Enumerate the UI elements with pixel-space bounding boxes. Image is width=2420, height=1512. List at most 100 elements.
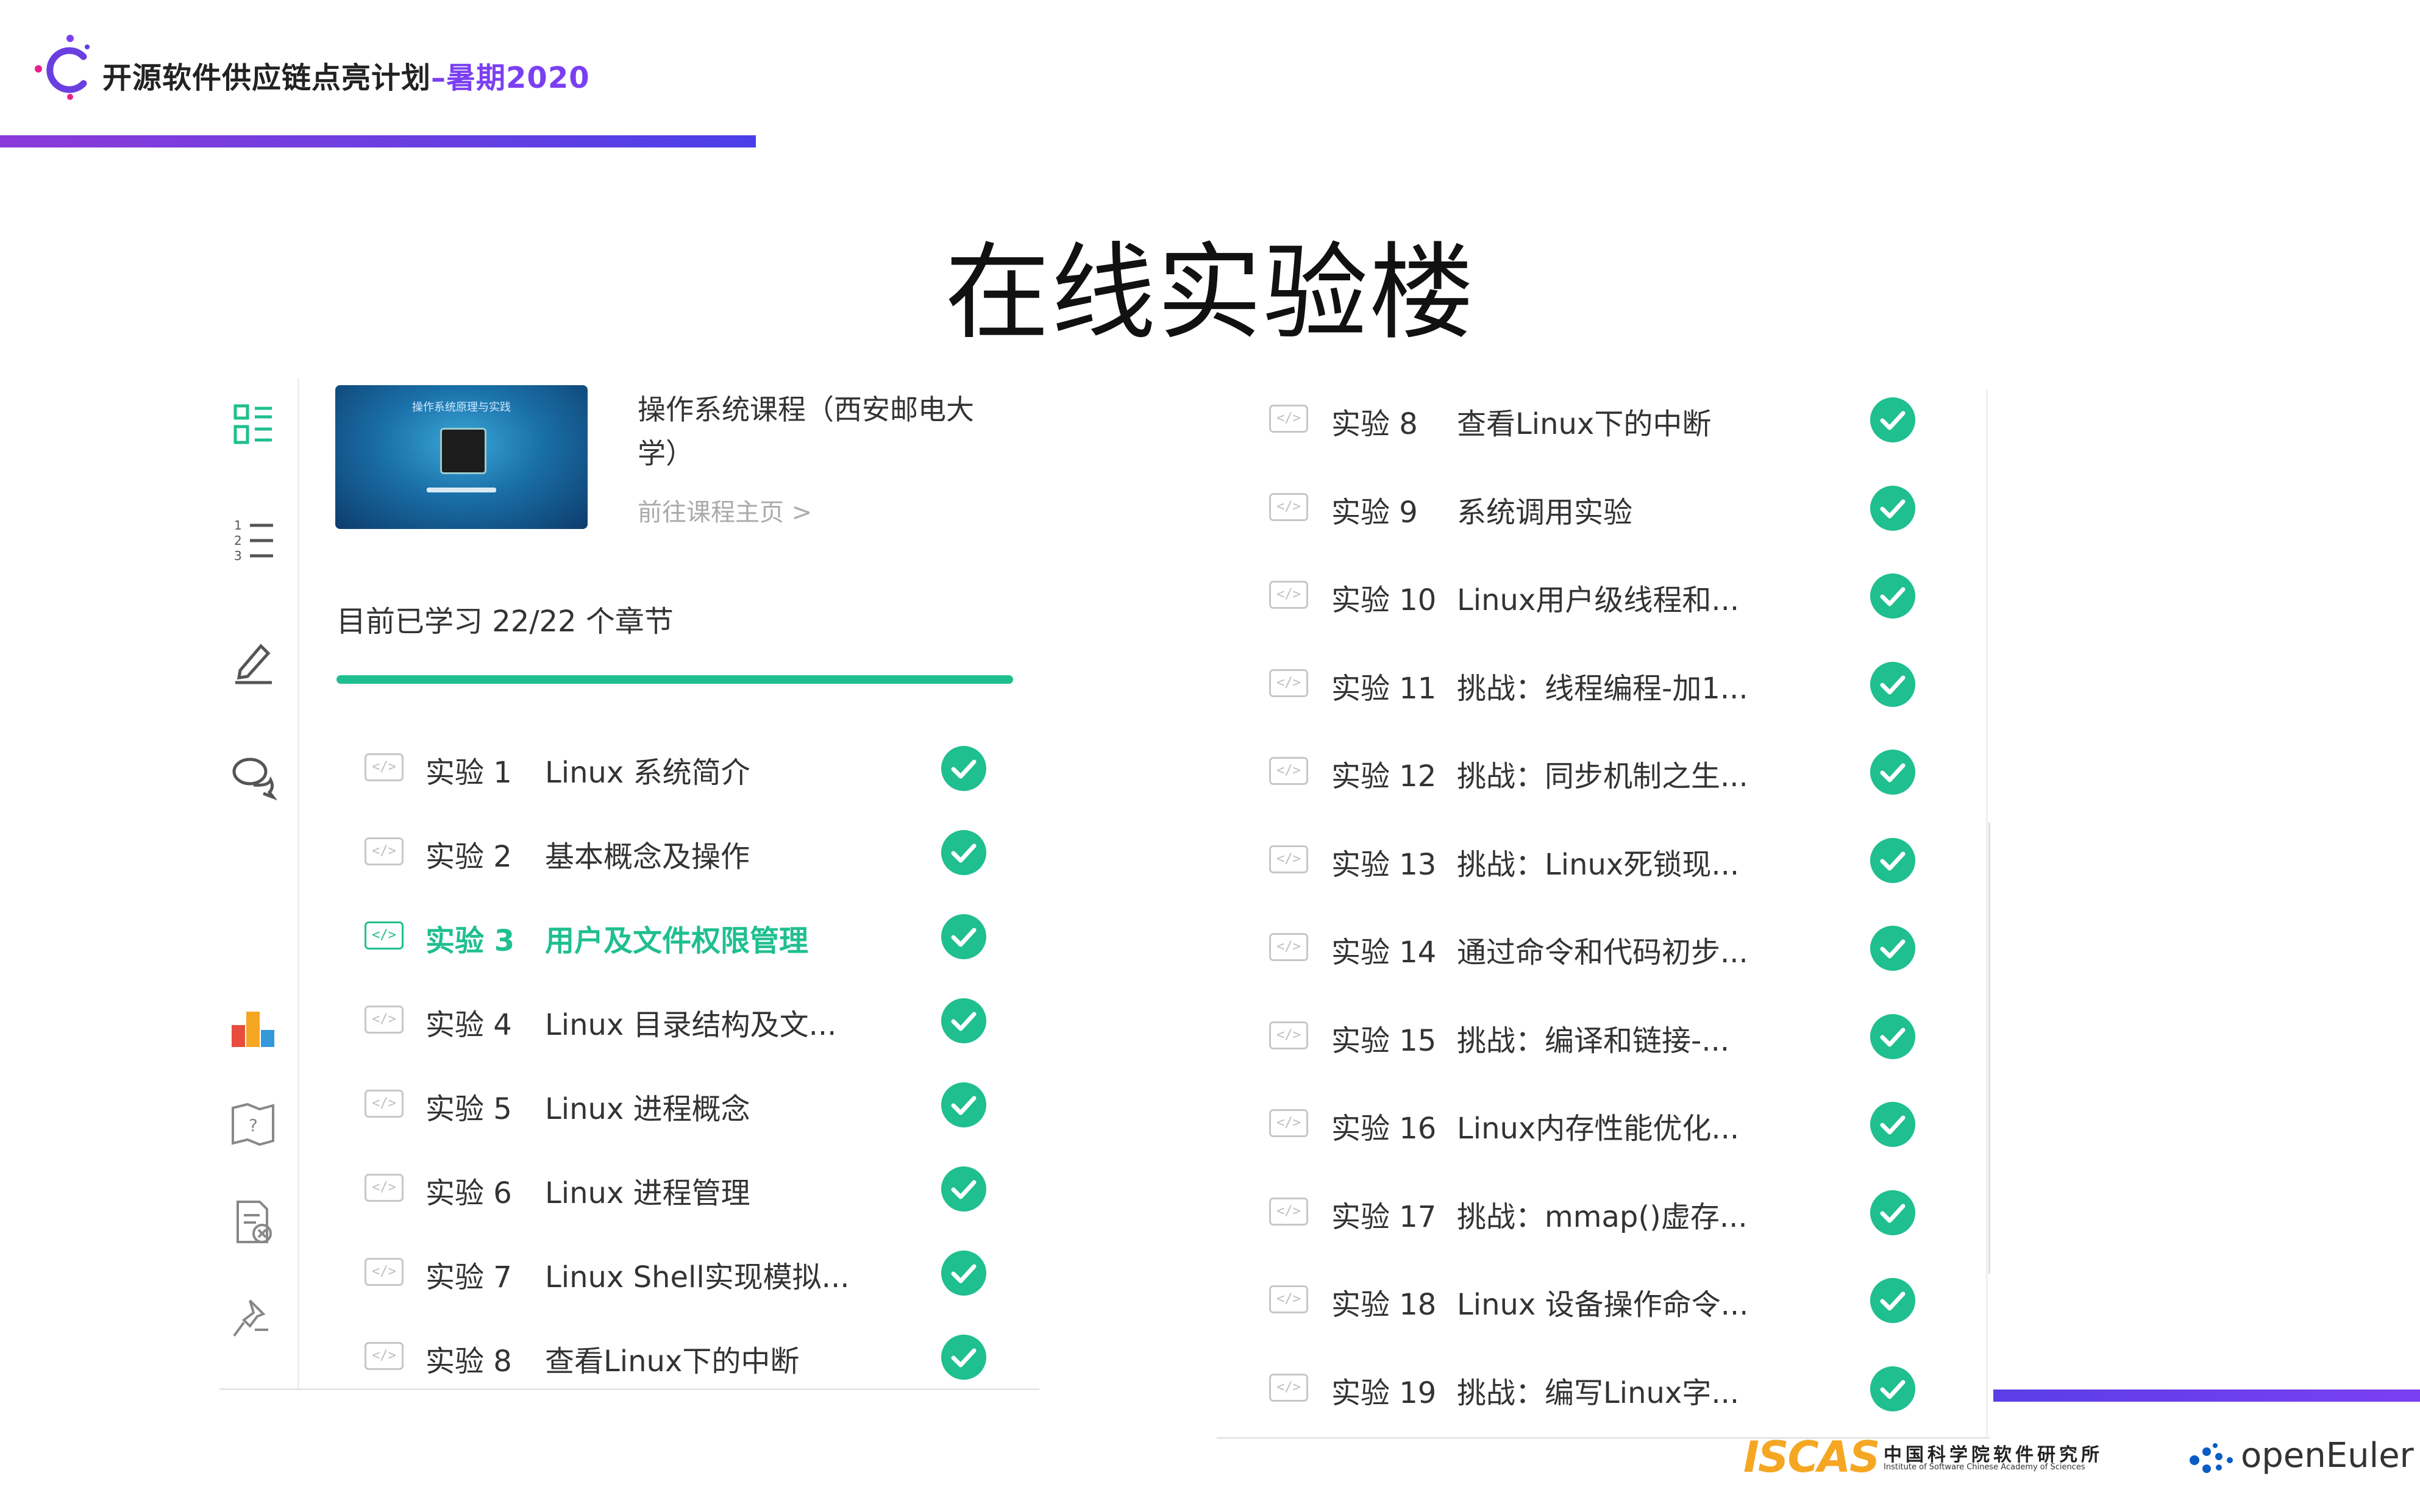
iscas-logo: ISCAS xyxy=(1743,1432,1880,1482)
completed-check-icon xyxy=(1870,926,1915,971)
lab-number: 实验 19 xyxy=(1331,1375,1437,1410)
code-icon: </> xyxy=(365,1174,404,1202)
lab-title: 挑战：同步机制之生... xyxy=(1457,759,1748,793)
lab-item[interactable]: </> 实验 7 Linux Shell实现模拟... xyxy=(365,1241,992,1302)
chat-icon[interactable] xyxy=(226,748,280,803)
lab-item[interactable]: </> 实验 18 Linux 设备操作命令... xyxy=(1269,1268,1927,1329)
lab-item[interactable]: </> 实验 8 查看Linux下的中断 xyxy=(1269,388,1927,449)
lab-title: Linux用户级线程和... xyxy=(1457,583,1740,617)
lab-item[interactable]: </> 实验 3 用户及文件权限管理 xyxy=(365,904,992,965)
list-grid-icon[interactable] xyxy=(226,397,280,452)
course-home-link[interactable]: 前往课程主页 > xyxy=(638,492,812,528)
question-map-icon[interactable]: ? xyxy=(226,1097,280,1152)
svg-text:2: 2 xyxy=(234,533,242,548)
lab-title: 查看Linux下的中断 xyxy=(1457,407,1712,441)
code-icon: </> xyxy=(365,921,404,949)
lab-title: 挑战：Linux死锁现... xyxy=(1457,847,1740,882)
completed-check-icon xyxy=(1870,485,1915,531)
lab-item[interactable]: </> 实验 2 基本概念及操作 xyxy=(365,820,992,881)
lab-number: 实验 8 xyxy=(1331,407,1418,441)
lab-number: 实验 13 xyxy=(1331,847,1437,882)
lab-number: 实验 12 xyxy=(1331,759,1437,793)
course-thumbnail-bar xyxy=(427,488,496,492)
lab-title: 查看Linux下的中断 xyxy=(545,1344,800,1379)
footer-accent-bar xyxy=(1993,1390,2420,1402)
lab-item[interactable]: </> 实验 8 查看Linux下的中断 xyxy=(365,1325,992,1386)
lab-number: 实验 9 xyxy=(1331,495,1418,530)
lab-number: 实验 8 xyxy=(425,1344,512,1379)
code-icon: </> xyxy=(1269,1373,1308,1402)
course-thumbnail-caption: 操作系统原理与实践 xyxy=(412,401,511,414)
code-icon: </> xyxy=(1269,1021,1308,1049)
lab-title: 挑战：mmap()虚存... xyxy=(1457,1199,1748,1234)
pin-icon[interactable] xyxy=(226,1292,280,1347)
lab-item[interactable]: </> 实验 13 挑战：Linux死锁现... xyxy=(1269,828,1927,889)
pen-icon[interactable] xyxy=(226,633,280,687)
code-icon: </> xyxy=(365,753,404,781)
lab-title: 基本概念及操作 xyxy=(545,840,750,874)
progress-text: 目前已学习 22/22 个章节 xyxy=(336,605,674,639)
completed-check-icon xyxy=(941,830,986,875)
lab-number: 实验 3 xyxy=(425,924,515,958)
lab-number: 实验 16 xyxy=(1331,1112,1437,1146)
lab-item[interactable]: </> 实验 15 挑战：编译和链接-... xyxy=(1269,1004,1927,1065)
lab-item[interactable]: </> 实验 12 挑战：同步机制之生... xyxy=(1269,740,1927,801)
lab-title: Linux Shell实现模拟... xyxy=(545,1260,850,1294)
completed-check-icon xyxy=(941,1166,986,1212)
code-icon: </> xyxy=(1269,933,1308,961)
lab-item[interactable]: </> 实验 17 挑战：mmap()虚存... xyxy=(1269,1180,1927,1241)
lab-title: Linux 进程管理 xyxy=(545,1176,750,1210)
lab-title: 挑战：编译和链接-... xyxy=(1457,1023,1730,1058)
code-icon: </> xyxy=(1269,492,1308,521)
lab-title: 挑战：线程编程-加1... xyxy=(1457,671,1748,706)
lab-item[interactable]: </> 实验 1 Linux 系统简介 xyxy=(365,736,992,797)
lab-number: 实验 1 xyxy=(425,756,512,790)
lab-title: Linux 进程概念 xyxy=(545,1092,750,1126)
lab-item[interactable]: </> 实验 19 挑战：编写Linux字... xyxy=(1269,1357,1927,1418)
lab-title: 系统调用实验 xyxy=(1457,495,1633,530)
lab-item[interactable]: </> 实验 9 系统调用实验 xyxy=(1269,476,1927,537)
header-title-main: 开源软件供应链点亮计划 xyxy=(102,61,432,95)
lab-item[interactable]: </> 实验 11 挑战：线程编程-加1... xyxy=(1269,652,1927,713)
completed-check-icon xyxy=(1870,661,1915,707)
completed-check-icon xyxy=(1870,1278,1915,1323)
lab-item[interactable]: </> 实验 14 通过命令和代码初步... xyxy=(1269,916,1927,977)
progress-bar-fill xyxy=(336,675,1013,684)
lab-number: 实验 5 xyxy=(425,1092,512,1126)
lab-number: 实验 2 xyxy=(425,840,512,874)
svg-text:?: ? xyxy=(249,1115,258,1135)
code-icon: </> xyxy=(1269,845,1308,873)
course-thumbnail[interactable]: 操作系统原理与实践 xyxy=(335,385,588,529)
code-icon: </> xyxy=(1269,1197,1308,1226)
completed-check-icon xyxy=(941,1082,986,1127)
completed-check-icon xyxy=(941,914,986,959)
lab-item[interactable]: </> 实验 6 Linux 进程管理 xyxy=(365,1157,992,1218)
lab-item[interactable]: </> 实验 4 Linux 目录结构及文... xyxy=(365,988,992,1049)
code-icon: </> xyxy=(1269,1285,1308,1313)
header-title-dash: – xyxy=(431,61,447,95)
lab-title: 挑战：编写Linux字... xyxy=(1457,1375,1740,1410)
completed-check-icon xyxy=(1870,1013,1915,1059)
completed-check-icon xyxy=(1870,1366,1915,1411)
numbered-list-icon[interactable]: 123 xyxy=(226,513,280,568)
svg-text:1: 1 xyxy=(234,518,242,533)
lab-item[interactable]: </> 实验 5 Linux 进程概念 xyxy=(365,1073,992,1134)
code-icon: </> xyxy=(1269,669,1308,697)
left-panel-bottom-divider xyxy=(219,1388,1039,1390)
iscas-name-en: Institute of Software Chinese Academy of… xyxy=(1884,1463,2085,1472)
right-panel-scrollbar[interactable] xyxy=(1988,823,1990,1274)
ranking-icon[interactable] xyxy=(226,999,280,1054)
lab-item[interactable]: </> 实验 16 Linux内存性能优化... xyxy=(1269,1092,1927,1153)
course-name: 操作系统课程（西安邮电大学） xyxy=(638,393,974,470)
code-icon: </> xyxy=(1269,757,1308,785)
lab-number: 实验 6 xyxy=(425,1176,512,1210)
code-icon: </> xyxy=(365,1090,404,1118)
completed-check-icon xyxy=(1870,1102,1915,1147)
lab-number: 实验 17 xyxy=(1331,1199,1437,1234)
header-title: 开源软件供应链点亮计划–暑期2020 xyxy=(102,54,590,96)
lab-item[interactable]: </> 实验 10 Linux用户级线程和... xyxy=(1269,564,1927,625)
report-icon[interactable] xyxy=(226,1194,280,1249)
lab-number: 实验 7 xyxy=(425,1260,512,1294)
lab-number: 实验 10 xyxy=(1331,583,1437,617)
right-panel-divider xyxy=(1986,390,1988,1438)
